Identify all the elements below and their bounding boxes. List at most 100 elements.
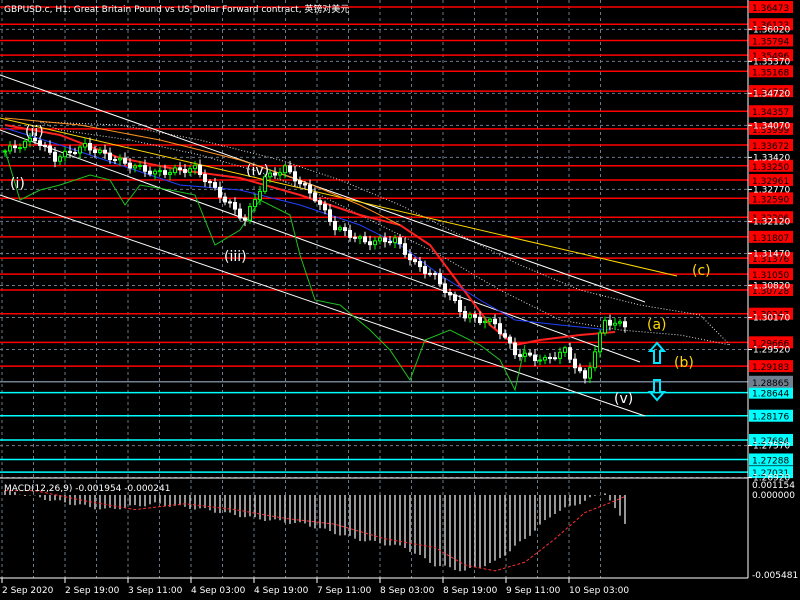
candle-body	[348, 230, 352, 238]
candle-body	[588, 367, 592, 379]
y-tick-label: 1.35370	[753, 57, 790, 67]
candle-body	[103, 149, 107, 154]
candle-body	[493, 318, 497, 325]
x-tick-label: 10 Sep 03:00	[569, 586, 629, 596]
candle-body	[548, 356, 552, 359]
candle-body	[483, 320, 487, 324]
candle-body	[453, 294, 457, 301]
red-level-label: 1.34357	[752, 108, 789, 118]
candle-body	[358, 236, 362, 239]
red-level-label: 1.33672	[752, 142, 789, 152]
candle-body	[68, 150, 72, 154]
wave-label-i: (i)	[10, 176, 25, 192]
candle-body	[98, 149, 102, 154]
candle-body	[558, 351, 562, 359]
candle-body	[278, 172, 282, 176]
candle-body	[113, 159, 117, 162]
candle-body	[543, 356, 547, 361]
candle-body	[393, 237, 397, 244]
candle-body	[463, 310, 467, 319]
y-tick-label: 1.32770	[753, 185, 790, 195]
candle-body	[613, 322, 617, 326]
candle-body	[523, 352, 527, 357]
candle-body	[123, 157, 127, 164]
y-tick-label: 1.29520	[753, 346, 790, 356]
cyan-level-label: 1.28644	[752, 390, 789, 400]
candle-body	[43, 144, 47, 147]
candle-body	[568, 347, 572, 360]
candle-body	[418, 261, 422, 268]
x-tick-label: 8 Sep 03:00	[380, 586, 435, 596]
wave-label-iv: (iv)	[246, 163, 269, 179]
red-level-label: 1.29183	[752, 363, 789, 373]
candle-body	[283, 165, 287, 174]
candle-body	[203, 174, 207, 183]
candle-body	[538, 359, 542, 362]
wave-label-ii: (ii)	[25, 124, 44, 140]
red-level-label: 1.36473	[752, 4, 789, 14]
candle-body	[293, 171, 297, 182]
candle-body	[133, 165, 137, 169]
candle-body	[108, 152, 112, 161]
candle-body	[3, 150, 7, 153]
candle-body	[563, 347, 567, 353]
red-level-label: 1.35794	[752, 37, 789, 47]
candle-body	[118, 157, 122, 161]
candle-body	[338, 227, 342, 231]
wave-label-v: (v)	[614, 391, 633, 407]
candle-body	[178, 167, 182, 171]
candle-body	[428, 272, 432, 275]
candle-body	[598, 332, 602, 353]
candle-body	[208, 181, 212, 184]
y-tick-label: 1.32120	[753, 217, 790, 227]
candle-body	[18, 147, 22, 150]
macd-max-label: 0.001154	[752, 481, 795, 491]
candle-body	[448, 291, 452, 296]
candle-body	[353, 236, 357, 239]
candle-body	[163, 170, 167, 175]
candle-body	[238, 208, 242, 219]
candle-body	[443, 283, 447, 293]
x-tick-label: 3 Sep 11:00	[128, 586, 183, 596]
candle-body	[253, 199, 257, 208]
y-tick-label: 1.27570	[753, 442, 790, 452]
candle-body	[248, 206, 252, 221]
wave-label-iii: (iii)	[224, 249, 247, 265]
candle-body	[533, 354, 537, 362]
candle-body	[218, 186, 222, 198]
candle-body	[13, 145, 17, 149]
candle-body	[373, 240, 377, 246]
candle-body	[303, 183, 307, 186]
candle-body	[78, 146, 82, 154]
candle-body	[298, 180, 302, 185]
candle-body	[153, 170, 157, 175]
candle-body	[363, 236, 367, 243]
candle-body	[48, 145, 52, 153]
candle-body	[88, 142, 92, 151]
wave-label-b: (b)	[674, 355, 694, 371]
candle-body	[263, 176, 267, 192]
candle-body	[93, 149, 97, 154]
candle-body	[498, 323, 502, 335]
y-tick-label: 1.34070	[753, 121, 790, 131]
candle-body	[513, 342, 517, 356]
candle-body	[618, 321, 622, 324]
price-chart[interactable]: 1.364731.361231.357941.354961.351681.347…	[0, 0, 800, 600]
candle-body	[473, 314, 477, 318]
y-tick-label: 1.31470	[753, 249, 790, 259]
candle-body	[468, 314, 472, 319]
candle-body	[608, 319, 612, 326]
candle-body	[383, 237, 387, 243]
candle-body	[438, 273, 442, 285]
candle-body	[273, 172, 277, 176]
candle-body	[368, 241, 372, 246]
current-price-label: 1.28865	[752, 379, 789, 389]
candle-body	[148, 170, 152, 175]
cyan-level-label: 1.27288	[752, 456, 789, 466]
chart-title: GBPUSD.c, H1: Great Britain Pound vs US …	[4, 3, 349, 15]
red-level-label: 1.31807	[752, 234, 789, 244]
candle-body	[398, 237, 402, 245]
candle-body	[193, 164, 197, 170]
wave-label-c: (c)	[692, 263, 711, 279]
candle-body	[243, 217, 247, 221]
